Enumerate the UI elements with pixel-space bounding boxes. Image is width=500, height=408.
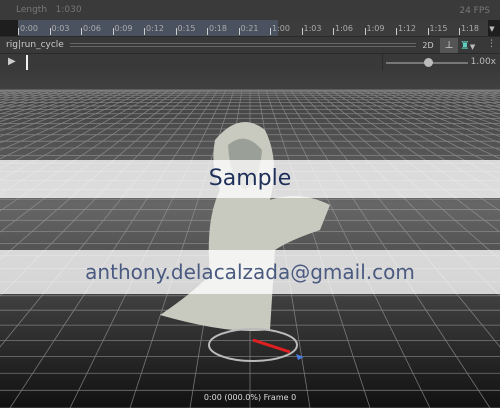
timeline-tick [207,28,208,35]
timeline-tick-label: 1:18 [461,24,479,33]
timeline-tick [18,28,19,35]
timeline-tick [301,28,303,35]
timeline-tick [175,28,177,35]
speed-label: 1.00x [470,57,496,67]
timeline-tick-label: 0:09 [114,24,133,33]
clip-bar [70,43,416,47]
timeline-tick [364,28,366,35]
fps-label: 24 FPS [459,6,490,16]
timeline-tick [459,28,460,35]
clip-toolbar: rig|run_cycle 2D ⊥ ♜▼ ⋮ [0,36,500,53]
timeline-tick-label: 1:00 [272,24,290,33]
frame-status: 0:00 (000.0%) Frame 0 [203,393,297,402]
timeline-tick [144,28,145,35]
timeline-tick-label: 0:18 [209,24,227,33]
length-label: Length 1:030 [16,5,82,15]
preview-viewport[interactable] [0,70,500,408]
timeline-tick-label: 1:09 [366,24,385,33]
timeline-tick-label: 0:15 [177,24,196,33]
2d-button[interactable]: 2D [420,39,436,52]
timeline-ruler[interactable]: 0:00 0:03 0:06 0:09 0:12 0:15 0:18 0:21 1:00 1:03… [18,20,488,36]
pivot-gizmo-icon[interactable]: ⊥ [440,38,458,53]
clip-selector[interactable]: rig|run_cycle [6,40,64,50]
speed-slider-knob[interactable] [424,58,433,67]
timeline-tick-label: 1:15 [429,24,448,33]
timeline-tick [333,28,334,35]
chevron-down-icon: ▼ [469,43,476,51]
playhead[interactable] [26,55,28,70]
timeline-tick-label: 1:12 [398,24,416,33]
avatar-button[interactable]: ♜▼ [460,38,486,53]
watermark-email: anthony.delacalzada@gmail.com [0,250,500,294]
avatar-icon: ♜ [460,39,470,52]
timeline-tick [81,28,82,35]
timeline-dropdown-icon[interactable]: ▼ [486,22,498,36]
timeline-tick-label: 1:06 [335,24,353,33]
divider [382,54,383,71]
header: Length 1:030 24 FPS [0,0,500,20]
more-options-icon[interactable]: ⋮ [487,39,496,49]
timeline-tick [49,28,51,35]
playback-bar: ▶ 1.00x [0,53,500,71]
watermark-title: Sample [0,160,500,198]
timeline-tick-label: 0:03 [51,24,70,33]
timeline-tick-label: 0:21 [240,24,259,33]
timeline-tick-label: 0:00 [20,24,38,33]
timeline-tick [270,28,271,35]
timeline-tick-label: 0:06 [83,24,101,33]
timeline-tick-label: 0:12 [146,24,164,33]
timeline-tick [427,28,429,35]
timeline-tick [112,28,114,35]
timeline-tick [238,28,240,35]
play-icon[interactable]: ▶ [8,56,16,67]
timeline-tick [396,28,397,35]
timeline-tick-label: 1:03 [303,24,322,33]
